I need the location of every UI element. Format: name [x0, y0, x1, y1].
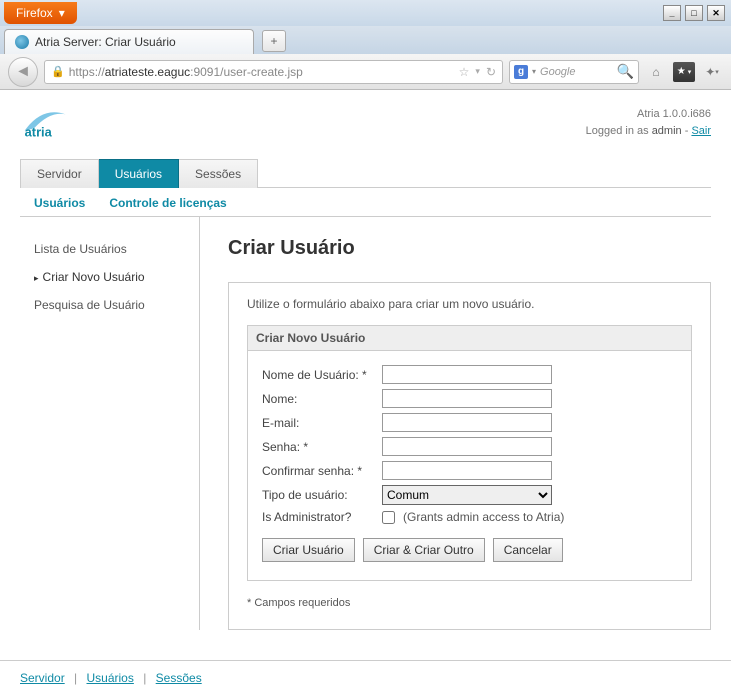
tab-title: Atria Server: Criar Usuário — [35, 35, 176, 49]
name-field[interactable] — [382, 389, 552, 408]
lock-icon: 🔒 — [51, 65, 65, 78]
subtab-licencas[interactable]: Controle de licenças — [109, 196, 226, 210]
is-admin-checkbox[interactable] — [382, 511, 395, 524]
subtab-usuarios[interactable]: Usuários — [34, 196, 85, 210]
current-user: admin — [652, 125, 682, 137]
address-bar[interactable]: 🔒 https://atriateste.eaguc:9091/user-cre… — [44, 60, 503, 84]
favicon-icon — [15, 35, 29, 49]
create-and-another-button[interactable]: Criar & Criar Outro — [363, 538, 485, 562]
chevron-down-icon[interactable]: ▾ — [475, 66, 480, 77]
minimize-button[interactable]: _ — [663, 5, 681, 21]
url-action-icons: ☆ ▾ ↻ — [459, 65, 496, 79]
sub-tabs: Usuários Controle de licenças — [20, 188, 711, 217]
cancel-button[interactable]: Cancelar — [493, 538, 563, 562]
search-bar[interactable]: g ▾ Google 🔍 — [509, 60, 639, 84]
star-icon[interactable]: ☆ — [459, 65, 470, 79]
label-type: Tipo de usuário: — [262, 488, 382, 502]
admin-note: (Grants admin access to Atria) — [403, 510, 564, 524]
sidebar-item-pesquisa[interactable]: Pesquisa de Usuário — [34, 291, 199, 319]
sidebar-item-lista[interactable]: Lista de Usuários — [34, 235, 199, 263]
instruction-text: Utilize o formulário abaixo para criar u… — [247, 297, 692, 311]
search-icon[interactable]: 🔍 — [617, 63, 634, 80]
browser-tab[interactable]: Atria Server: Criar Usuário — [4, 29, 254, 54]
refresh-icon[interactable]: ↻ — [486, 65, 496, 79]
page-title: Criar Usuário — [228, 237, 711, 260]
page-content: atria Atria 1.0.0.i686 Logged in as admi… — [0, 90, 731, 660]
window-controls: _ □ ✕ — [663, 5, 731, 21]
title-bar: Firefox ▾ _ □ ✕ — [0, 0, 731, 26]
footer: Servidor | Usuários | Sessões — [0, 660, 731, 695]
version-text: Atria 1.0.0.i686 — [586, 106, 711, 123]
close-button[interactable]: ✕ — [707, 5, 725, 21]
user-type-select[interactable]: Comum — [382, 485, 552, 505]
url-text: https://atriateste.eaguc:9091/user-creat… — [69, 65, 455, 79]
label-email: E-mail: — [262, 416, 382, 430]
main-tabs: Servidor Usuários Sessões — [20, 158, 711, 188]
firefox-label: Firefox — [16, 6, 53, 20]
back-button[interactable]: ◄ — [8, 57, 38, 87]
form-panel: Utilize o formulário abaixo para criar u… — [228, 282, 711, 630]
footer-link-servidor[interactable]: Servidor — [20, 671, 65, 685]
label-name: Nome: — [262, 392, 382, 406]
bookmarks-button[interactable]: ★▾ — [673, 61, 695, 83]
search-placeholder: Google — [540, 66, 613, 78]
google-icon: g — [514, 65, 528, 79]
header-info: Atria 1.0.0.i686 Logged in as admin - Sa… — [586, 106, 711, 139]
home-icon[interactable]: ⌂ — [645, 61, 667, 83]
tab-servidor[interactable]: Servidor — [20, 159, 99, 188]
label-password: Senha: * — [262, 440, 382, 454]
required-note: * Campos requeridos — [247, 597, 692, 609]
footer-link-usuarios[interactable]: Usuários — [87, 671, 134, 685]
main-area: Criar Usuário Utilize o formulário abaix… — [200, 217, 711, 630]
logged-in-prefix: Logged in as — [586, 125, 652, 137]
label-username: Nome de Usuário: * — [262, 368, 382, 382]
tab-sessoes[interactable]: Sessões — [179, 159, 258, 188]
footer-link-sessoes[interactable]: Sessões — [156, 671, 202, 685]
fieldset-title: Criar Novo Usuário — [247, 325, 692, 351]
label-is-admin: Is Administrator? — [262, 510, 382, 524]
side-menu: Lista de Usuários Criar Novo Usuário Pes… — [20, 217, 200, 630]
browser-tab-bar: Atria Server: Criar Usuário + — [0, 26, 731, 54]
chevron-down-icon: ▾ — [59, 6, 65, 20]
svg-text:atria: atria — [25, 125, 53, 140]
create-user-button[interactable]: Criar Usuário — [262, 538, 355, 562]
logo: atria — [20, 106, 90, 146]
addon-icon[interactable]: ✦▾ — [701, 61, 723, 83]
email-field[interactable] — [382, 413, 552, 432]
tab-usuarios[interactable]: Usuários — [99, 159, 179, 188]
maximize-button[interactable]: □ — [685, 5, 703, 21]
username-field[interactable] — [382, 365, 552, 384]
chevron-down-icon[interactable]: ▾ — [532, 67, 536, 76]
new-tab-button[interactable]: + — [262, 30, 286, 52]
url-toolbar: ◄ 🔒 https://atriateste.eaguc:9091/user-c… — [0, 54, 731, 90]
password-field[interactable] — [382, 437, 552, 456]
sidebar-item-criar[interactable]: Criar Novo Usuário — [34, 263, 199, 291]
fieldset-body: Nome de Usuário: * Nome: E-mail: Senha: … — [247, 351, 692, 581]
confirm-password-field[interactable] — [382, 461, 552, 480]
label-confirm: Confirmar senha: * — [262, 464, 382, 478]
firefox-menu-button[interactable]: Firefox ▾ — [4, 2, 77, 24]
logout-link[interactable]: Sair — [691, 125, 711, 137]
